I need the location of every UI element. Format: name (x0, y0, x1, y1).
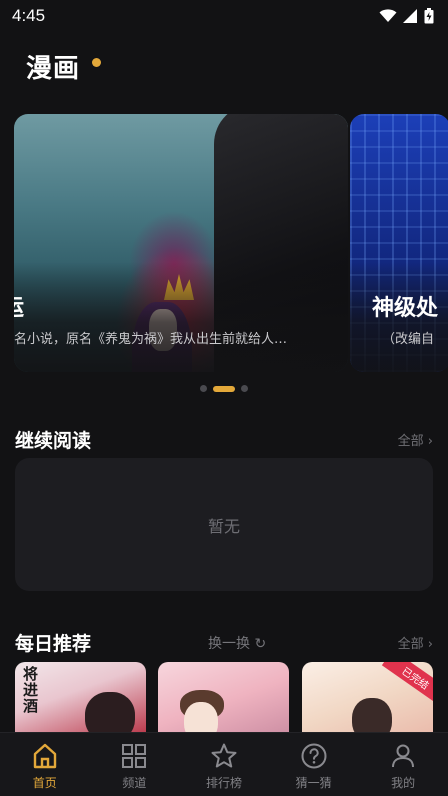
continue-reading-all-link[interactable]: 全部 › (398, 430, 433, 449)
tab-label: 排行榜 (205, 776, 242, 790)
user-icon (388, 741, 418, 771)
tab-guess[interactable]: 猜一猜 (274, 741, 354, 791)
grid-icon (119, 741, 149, 771)
tab-mine[interactable]: 我的 (363, 741, 443, 791)
tab-label: 首页 (32, 776, 57, 790)
continue-reading-header: 继续阅读 全部 › (15, 426, 433, 453)
status-icons (379, 8, 434, 24)
battery-icon (424, 8, 434, 24)
completed-badge: 已完结 (381, 662, 433, 706)
home-icon (30, 741, 60, 771)
carousel-dot (241, 385, 248, 392)
section-title-daily-recommend: 每日推荐 (15, 633, 92, 655)
bottom-tab-bar: 首页 频道 排行榜 猜一猜 我的 (0, 732, 448, 796)
section-title-continue-reading: 继续阅读 (15, 430, 92, 452)
tab-label: 猜一猜 (295, 776, 332, 790)
page-title: 漫画 (26, 54, 81, 84)
recommend-card[interactable]: 已完结 (302, 662, 433, 734)
carousel-dot (213, 385, 235, 392)
banner-description: 名小说，原名《养鬼为祸》我从出生前就给人… (14, 332, 288, 347)
tab-label: 频道 (122, 776, 147, 790)
recommend-card[interactable] (158, 662, 289, 734)
question-icon (299, 741, 329, 771)
carousel-dot (200, 385, 207, 392)
header: 漫画 (26, 48, 102, 85)
continue-reading-card: 暂无 (15, 458, 433, 591)
banner-title: 运 (14, 290, 24, 322)
cover-artwork-face (184, 702, 218, 734)
signal-icon (403, 9, 417, 23)
daily-recommend-all-link[interactable]: 全部 › (398, 633, 433, 652)
banner-description: （改编自 (382, 332, 435, 347)
cover-artwork (85, 692, 135, 734)
banner-carousel[interactable]: 运 名小说，原名《养鬼为祸》我从出生前就给人… 神级处 （改编自 (0, 114, 448, 372)
status-time: 4:45 (12, 6, 46, 25)
tab-label: 我的 (391, 776, 416, 790)
banner-title: 神级处 (372, 296, 439, 321)
banner-fade (14, 262, 348, 372)
tab-channel[interactable]: 频道 (94, 741, 174, 791)
cover-artwork (352, 698, 392, 734)
empty-state-text: 暂无 (207, 516, 240, 536)
recommend-card[interactable]: 将进酒 (15, 662, 146, 734)
carousel-indicator (0, 385, 448, 392)
status-bar: 4:45 (0, 0, 448, 32)
cover-calligraphy: 将进酒 (23, 665, 39, 715)
tab-home[interactable]: 首页 (5, 741, 85, 791)
tab-ranking[interactable]: 排行榜 (184, 741, 264, 791)
daily-recommend-header: 每日推荐 换一换 ↻ 全部 › (15, 629, 433, 656)
banner-card-next[interactable]: 神级处 （改编自 (350, 114, 448, 372)
star-icon (209, 741, 239, 771)
title-dot (92, 58, 102, 67)
wifi-icon (379, 9, 397, 22)
banner-card-current[interactable]: 运 名小说，原名《养鬼为祸》我从出生前就给人… (14, 114, 348, 372)
refresh-button[interactable]: 换一换 ↻ (208, 633, 266, 653)
recommend-list: 将进酒 已完结 (15, 662, 448, 734)
